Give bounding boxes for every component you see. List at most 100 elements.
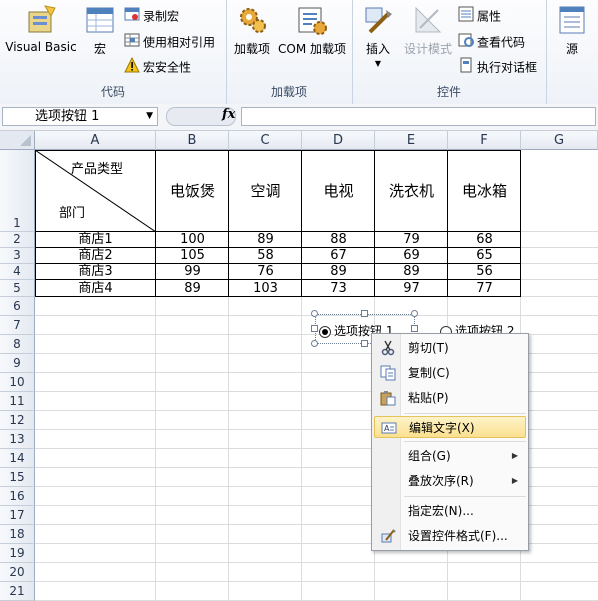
table-cell[interactable]: 77 xyxy=(448,280,521,297)
column-header-c[interactable]: C xyxy=(229,131,302,150)
insert-function-button[interactable]: fx xyxy=(222,107,235,122)
formula-input[interactable] xyxy=(241,107,596,126)
row-header-13[interactable]: 13 xyxy=(0,430,35,449)
source-button[interactable]: 源 xyxy=(556,4,588,57)
table-header-cell[interactable]: 电视 xyxy=(302,150,375,232)
table-cell[interactable]: 58 xyxy=(229,248,302,264)
row-header-10[interactable]: 10 xyxy=(0,373,35,392)
menu-item-group[interactable]: 组合(G) ▶ xyxy=(374,445,526,467)
design-mode-label: 设计模式 xyxy=(403,42,452,56)
row-header-5[interactable]: 5 xyxy=(0,280,35,297)
cell-a1[interactable]: 产品类型 部门 xyxy=(35,150,156,232)
table-header-cell[interactable]: 空调 xyxy=(229,150,302,232)
table-row-label[interactable]: 商店4 xyxy=(35,280,156,297)
macros-button[interactable]: 宏 xyxy=(84,4,116,57)
table-header-cell[interactable]: 洗衣机 xyxy=(375,150,448,232)
run-dialog-button[interactable]: 执行对话框 xyxy=(458,57,537,77)
row-header-17[interactable]: 17 xyxy=(0,506,35,525)
resize-handle[interactable] xyxy=(411,310,418,317)
record-macro-button[interactable]: 录制宏 xyxy=(124,6,179,26)
resize-handle[interactable] xyxy=(361,310,368,317)
resize-handle[interactable] xyxy=(311,325,318,332)
macros-icon xyxy=(84,4,116,36)
table-row-label[interactable]: 商店3 xyxy=(35,264,156,280)
table-cell[interactable]: 89 xyxy=(156,280,229,297)
column-header-a[interactable]: A xyxy=(35,131,156,150)
table-cell[interactable]: 89 xyxy=(302,264,375,280)
table-row-label[interactable]: 商店1 xyxy=(35,232,156,248)
row-header-20[interactable]: 20 xyxy=(0,563,35,582)
table-cell[interactable]: 68 xyxy=(448,232,521,248)
row-header-8[interactable]: 8 xyxy=(0,335,35,354)
column-header-g[interactable]: G xyxy=(521,131,598,150)
table-cell[interactable]: 67 xyxy=(302,248,375,264)
row-header-18[interactable]: 18 xyxy=(0,525,35,544)
menu-item-copy[interactable]: 复制(C) xyxy=(374,362,526,384)
row-header-2[interactable]: 2 xyxy=(0,232,35,248)
table-cell[interactable]: 56 xyxy=(448,264,521,280)
menu-item-paste[interactable]: 粘贴(P) xyxy=(374,387,526,409)
table-cell[interactable]: 76 xyxy=(229,264,302,280)
addins-button[interactable]: 加载项 xyxy=(230,4,274,57)
menu-item-assign-macro[interactable]: 指定宏(N)... xyxy=(374,500,526,522)
design-mode-button[interactable]: 设计模式 xyxy=(402,4,454,57)
column-header-e[interactable]: E xyxy=(375,131,448,150)
row-header-4[interactable]: 4 xyxy=(0,264,35,280)
row-header-21[interactable]: 21 xyxy=(0,582,35,601)
row-header-1[interactable]: 1 xyxy=(0,150,35,232)
resize-handle[interactable] xyxy=(311,310,318,317)
table-cell[interactable]: 73 xyxy=(302,280,375,297)
table-cell[interactable]: 79 xyxy=(375,232,448,248)
relative-reference-button[interactable]: 使用相对引用 xyxy=(124,32,215,52)
row-header-9[interactable]: 9 xyxy=(0,354,35,373)
view-code-button[interactable]: 查看代码 xyxy=(458,32,525,52)
row-header-15[interactable]: 15 xyxy=(0,468,35,487)
table-cell[interactable]: 89 xyxy=(229,232,302,248)
radio-selected-icon xyxy=(319,325,331,338)
table-cell[interactable]: 89 xyxy=(375,264,448,280)
row-header-19[interactable]: 19 xyxy=(0,544,35,563)
com-addins-icon xyxy=(296,4,328,36)
row-header-14[interactable]: 14 xyxy=(0,449,35,468)
macro-security-button[interactable]: 宏安全性 xyxy=(124,56,191,77)
resize-handle[interactable] xyxy=(361,340,368,347)
table-border xyxy=(35,279,521,280)
table-cell[interactable]: 97 xyxy=(375,280,448,297)
select-all-corner[interactable] xyxy=(0,131,35,150)
table-cell[interactable]: 100 xyxy=(156,232,229,248)
gridline xyxy=(35,562,598,563)
com-addins-label: COM 加载项 xyxy=(278,42,346,56)
menu-item-format-control[interactable]: 设置控件格式(F)... xyxy=(374,525,526,547)
table-row-label[interactable]: 商店2 xyxy=(35,248,156,264)
row-header-12[interactable]: 12 xyxy=(0,411,35,430)
column-header-d[interactable]: D xyxy=(302,131,375,150)
table-cell[interactable]: 88 xyxy=(302,232,375,248)
properties-button[interactable]: 属性 xyxy=(458,6,501,26)
row-header-6[interactable]: 6 xyxy=(0,297,35,316)
name-box[interactable]: 选项按钮 1 ▼ xyxy=(2,107,158,126)
chevron-down-icon[interactable]: ▼ xyxy=(146,108,153,125)
table-cell[interactable]: 103 xyxy=(229,280,302,297)
insert-control-button[interactable]: 插入 ▼ xyxy=(358,4,398,68)
visual-basic-button[interactable]: Visual Basic xyxy=(4,4,78,54)
table-cell[interactable]: 105 xyxy=(156,248,229,264)
menu-item-order[interactable]: 叠放次序(R) ▶ xyxy=(374,470,526,492)
table-cell[interactable]: 69 xyxy=(375,248,448,264)
row-header-7[interactable]: 7 xyxy=(0,316,35,335)
com-addins-button[interactable]: COM 加载项 xyxy=(276,4,348,57)
table-cell[interactable]: 99 xyxy=(156,264,229,280)
row-header-3[interactable]: 3 xyxy=(0,248,35,264)
resize-handle[interactable] xyxy=(311,340,318,347)
column-header-f[interactable]: F xyxy=(448,131,521,150)
table-cell[interactable]: 65 xyxy=(448,248,521,264)
table-header-cell[interactable]: 电饭煲 xyxy=(156,150,229,232)
row-header-16[interactable]: 16 xyxy=(0,487,35,506)
column-header-b[interactable]: B xyxy=(156,131,229,150)
menu-item-edit-text[interactable]: A 编辑文字(X) xyxy=(374,416,526,438)
source-label: 源 xyxy=(565,42,578,56)
menu-item-cut[interactable]: 剪切(T) xyxy=(374,337,526,359)
row-header-11[interactable]: 11 xyxy=(0,392,35,411)
resize-handle[interactable] xyxy=(411,325,418,332)
table-header-cell[interactable]: 电冰箱 xyxy=(448,150,521,232)
table-border xyxy=(520,150,521,297)
